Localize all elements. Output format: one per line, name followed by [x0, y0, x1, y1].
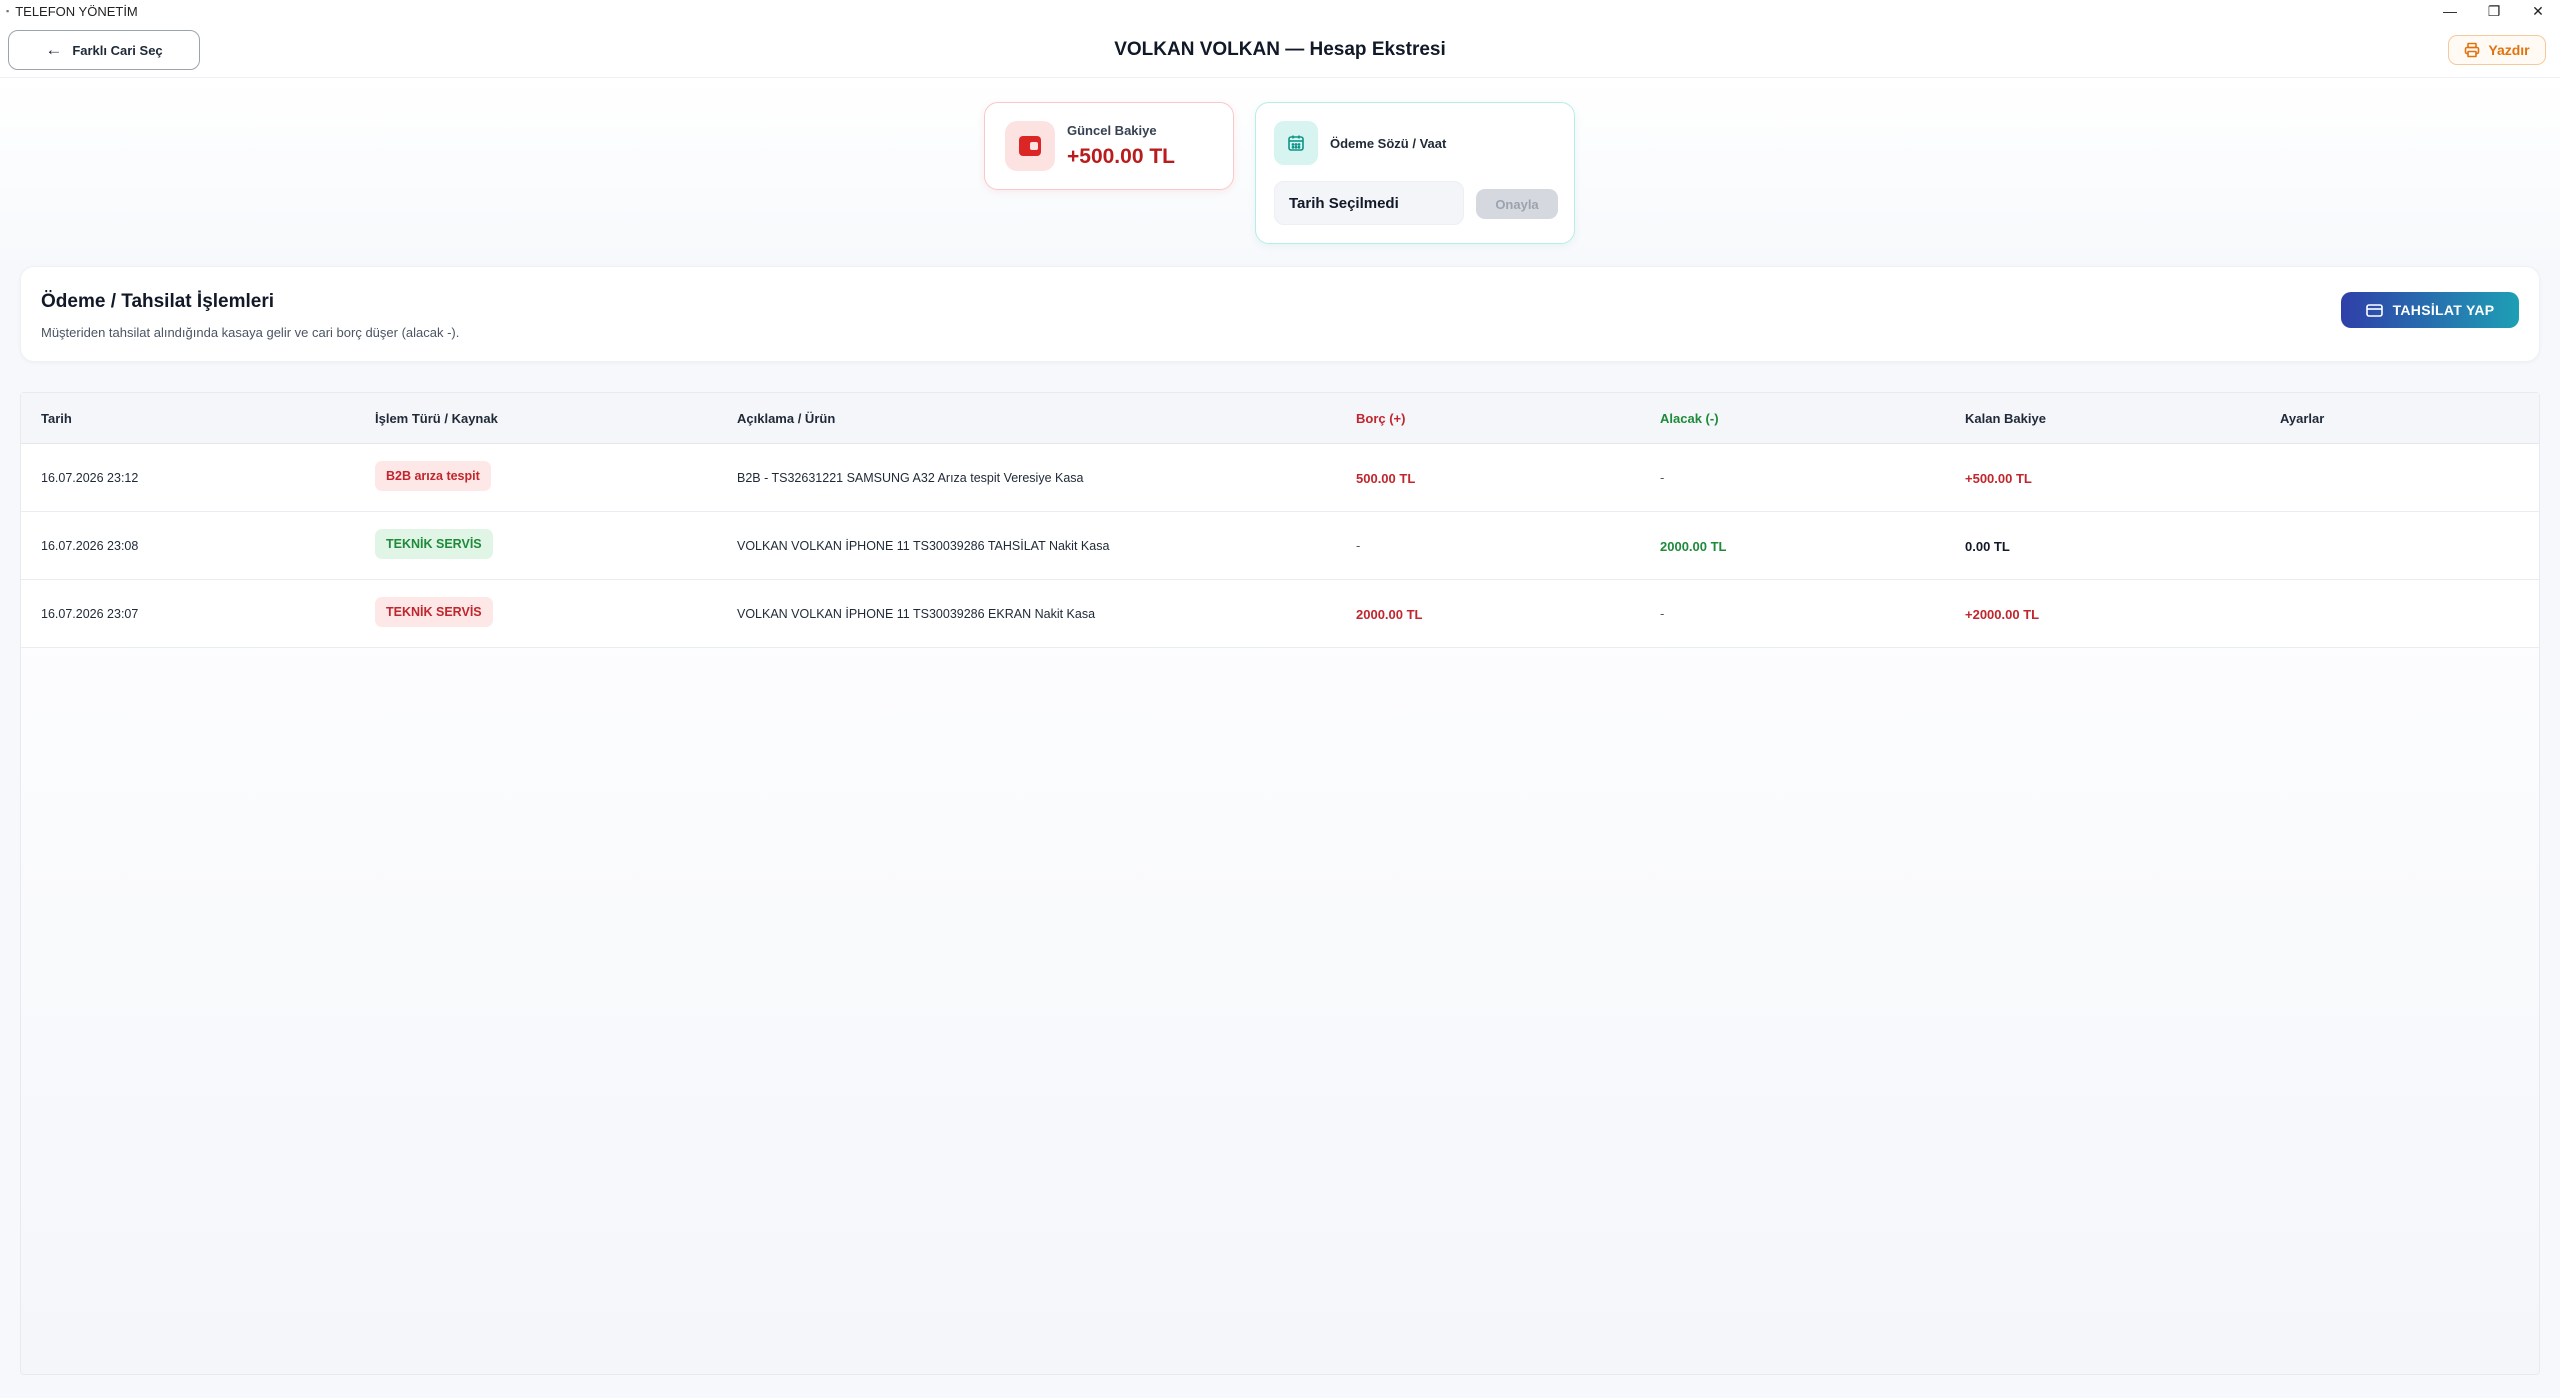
table-row[interactable]: 16.07.2026 23:07 TEKNİK SERVİS VOLKAN VO… — [21, 580, 2539, 648]
row-date: 16.07.2026 23:08 — [41, 539, 139, 553]
print-button[interactable]: Yazdır — [2448, 35, 2546, 65]
row-balance: +500.00 TL — [1965, 471, 2032, 486]
row-date: 16.07.2026 23:12 — [41, 471, 139, 485]
section-description: Müşteriden tahsilat alındığında kasaya g… — [41, 325, 460, 340]
row-debit: 2000.00 TL — [1356, 607, 1423, 622]
section-title: Ödeme / Tahsilat İşlemleri — [41, 291, 275, 312]
payment-promise-label: Ödeme Sözü / Vaat — [1330, 136, 1447, 151]
app-icon: ▪ — [6, 6, 10, 16]
current-balance-label: Güncel Bakiye — [1067, 123, 1157, 138]
statement-table: Tarih İşlem Türü / Kaynak Açıklama / Ürü… — [20, 392, 2540, 1375]
summary-area: Güncel Bakiye +500.00 TL Ödeme Sözü / Va… — [0, 78, 2560, 260]
wallet-icon — [1005, 121, 1055, 171]
column-header-settings[interactable]: Ayarlar — [2280, 411, 2324, 426]
close-icon[interactable]: ✕ — [2516, 0, 2560, 22]
row-debit: 500.00 TL — [1356, 471, 1416, 486]
row-balance: 0.00 TL — [1965, 539, 2010, 554]
payment-promise-card: Ödeme Sözü / Vaat Tarih Seçilmedi Onayla — [1255, 102, 1575, 244]
page-title: VOLKAN VOLKAN — Hesap Ekstresi — [1114, 39, 1446, 60]
transactions-section-card: Ödeme / Tahsilat İşlemleri Müşteriden ta… — [20, 266, 2540, 362]
credit-card-icon — [2365, 303, 2383, 317]
row-description: VOLKAN VOLKAN İPHONE 11 TS30039286 TAHSİ… — [737, 539, 1110, 553]
row-type-badge: TEKNİK SERVİS — [375, 597, 493, 627]
row-balance: +2000.00 TL — [1965, 607, 2040, 622]
table-row[interactable]: 16.07.2026 23:12 B2B arıza tespit B2B - … — [21, 444, 2539, 512]
row-debit: - — [1356, 538, 1361, 553]
collect-payment-label: TAHSİLAT YAP — [2392, 302, 2495, 318]
row-description: B2B - TS32631221 SAMSUNG A32 Arıza tespi… — [737, 471, 1084, 485]
column-header-debit[interactable]: Borç (+) — [1356, 411, 1405, 426]
column-header-balance[interactable]: Kalan Bakiye — [1965, 411, 2046, 426]
row-credit: 2000.00 TL — [1660, 539, 1727, 554]
row-credit: - — [1660, 606, 1665, 621]
restore-icon[interactable]: ❐ — [2472, 0, 2516, 22]
print-label: Yazdır — [2488, 42, 2530, 58]
current-balance-card: Güncel Bakiye +500.00 TL — [984, 102, 1234, 190]
collect-payment-button[interactable]: TAHSİLAT YAP — [2341, 292, 2519, 328]
calendar-icon — [1274, 121, 1318, 165]
window-title: TELEFON YÖNETİM — [15, 3, 138, 19]
row-type-badge: B2B arıza tespit — [375, 461, 491, 491]
row-credit: - — [1660, 470, 1665, 485]
row-date: 16.07.2026 23:07 — [41, 607, 139, 621]
column-header-credit[interactable]: Alacak (-) — [1660, 411, 1719, 426]
promise-date-picker[interactable]: Tarih Seçilmedi — [1274, 181, 1464, 225]
row-type-badge: TEKNİK SERVİS — [375, 529, 493, 559]
printer-icon — [2465, 42, 2480, 58]
minimize-icon[interactable]: — — [2428, 0, 2472, 22]
page-header: ← Farklı Cari Seç VOLKAN VOLKAN — Hesap … — [0, 22, 2560, 78]
table-header: Tarih İşlem Türü / Kaynak Açıklama / Ürü… — [21, 393, 2539, 444]
column-header-description[interactable]: Açıklama / Ürün — [737, 411, 835, 426]
window-titlebar: ▪ TELEFON YÖNETİM — ❐ ✕ — [0, 0, 2560, 22]
confirm-promise-button[interactable]: Onayla — [1476, 189, 1558, 219]
current-balance-value: +500.00 TL — [1067, 145, 1175, 168]
table-row[interactable]: 16.07.2026 23:08 TEKNİK SERVİS VOLKAN VO… — [21, 512, 2539, 580]
column-header-type[interactable]: İşlem Türü / Kaynak — [375, 411, 498, 426]
column-header-date[interactable]: Tarih — [41, 411, 72, 426]
window-controls: — ❐ ✕ — [2428, 0, 2560, 22]
row-description: VOLKAN VOLKAN İPHONE 11 TS30039286 EKRAN… — [737, 607, 1096, 621]
